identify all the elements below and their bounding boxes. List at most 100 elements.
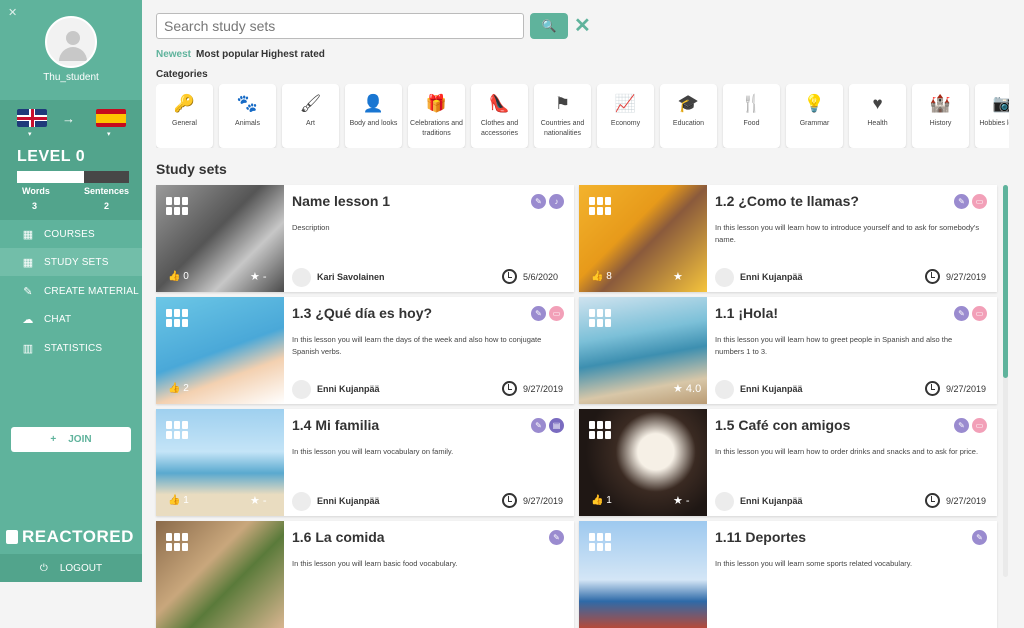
study-set-image[interactable]: 👍 2	[156, 297, 284, 404]
study-set-title[interactable]: 1.1 ¡Hola!	[715, 305, 778, 321]
close-icon[interactable]: ✕	[8, 6, 17, 19]
username: Thu_student	[43, 72, 99, 83]
study-set-title[interactable]: 1.5 Café con amigos	[715, 417, 850, 433]
study-set-image[interactable]: 👍 1 ★ -	[156, 409, 284, 516]
likes-count: 👍 1	[591, 495, 612, 506]
nav-courses[interactable]: ▦ COURSES	[0, 220, 142, 248]
edit-icon[interactable]: ✎	[531, 418, 546, 433]
created-date: 9/27/2019	[946, 384, 987, 394]
study-set-image[interactable]: 👍 1 ★ -	[579, 409, 707, 516]
category-body-and-looks[interactable]: 👤 Body and looks	[345, 84, 402, 148]
words-count: 3	[32, 201, 38, 211]
study-set-title[interactable]: 1.6 La comida	[292, 529, 385, 545]
brand-logo: REACTORED	[6, 527, 134, 547]
sort-highest-rated[interactable]: Highest rated	[261, 49, 325, 60]
user-avatar[interactable]	[45, 16, 97, 68]
grid-icon: ▦	[22, 228, 34, 241]
search-input[interactable]	[156, 13, 524, 39]
author-name: Enni Kujanpää	[740, 272, 803, 282]
category-icon: 🎓	[677, 94, 700, 113]
study-set-title[interactable]: Name lesson 1	[292, 193, 390, 209]
category-food[interactable]: 🍴 Food	[723, 84, 780, 148]
study-set-card[interactable]: 1.6 La comida In this lesson you will lea…	[156, 521, 574, 628]
study-set-description: In this lesson you will learn how to int…	[715, 223, 980, 244]
category-countries-and-nationalities[interactable]: ⚑ Countries and nationalities	[534, 84, 591, 148]
study-set-card[interactable]: 👍 1 ★ - 1.4 Mi familia In this lesson you w…	[156, 409, 574, 516]
nav-statistics[interactable]: ▥ STATISTICS	[0, 334, 142, 362]
spain-flag-icon[interactable]	[96, 109, 126, 127]
category-general[interactable]: 🔑 General	[156, 84, 213, 148]
study-set-card[interactable]: 👍 8 ★ 1.2 ¿Como te llamas? In this lesson y…	[579, 185, 997, 292]
author-name: Enni Kujanpää	[740, 496, 803, 506]
nav-study-sets[interactable]: ▦ STUDY SETS	[0, 248, 142, 276]
study-set-title[interactable]: 1.4 Mi familia	[292, 417, 379, 433]
category-animals[interactable]: 🐾 Animals	[219, 84, 276, 148]
study-set-card[interactable]: 👍 0 ★ - Name lesson 1 Description ✎ ♪ Kari Sav…	[156, 185, 574, 292]
rating: ★	[673, 271, 683, 283]
bar-chart-icon: ▥	[22, 342, 34, 355]
study-set-description: In this lesson you will learn the days o…	[292, 335, 542, 356]
edit-icon[interactable]: ✎	[954, 194, 969, 209]
study-set-image[interactable]: 👍 8 ★	[579, 185, 707, 292]
edit-icon[interactable]: ✎	[549, 530, 564, 545]
study-set-image[interactable]	[156, 521, 284, 628]
nav-chat[interactable]: ☁ CHAT	[0, 305, 142, 333]
study-set-card[interactable]: 1.11 Deportes In this lesson you will lea…	[579, 521, 997, 628]
edit-icon[interactable]: ✎	[954, 418, 969, 433]
study-set-title[interactable]: 1.2 ¿Como te llamas?	[715, 193, 859, 209]
logout-button[interactable]: ⏻ LOGOUT	[0, 554, 142, 582]
chevron-down-icon[interactable]: ▾	[28, 130, 32, 138]
study-set-description: In this lesson you will learn how to ord…	[715, 447, 979, 456]
category-icon: 📷	[992, 94, 1009, 113]
study-set-card[interactable]: ★ 4.0 1.1 ¡Hola! In this lesson you will l…	[579, 297, 997, 404]
edit-icon[interactable]: ✎	[972, 530, 987, 545]
category-celebrations-and-traditions[interactable]: 🎁 Celebrations and traditions	[408, 84, 465, 148]
category-art[interactable]: 🖌 Art	[282, 84, 339, 148]
category-label: Health	[867, 120, 888, 127]
category-history[interactable]: 🏰 History	[912, 84, 969, 148]
category-label: Hobbies leisure	[979, 120, 1009, 127]
flashcard-icon: ▭	[972, 418, 987, 433]
uk-flag-icon[interactable]	[17, 109, 47, 127]
main-content: 🔍 ✕ Newest Most popular Highest rated Ca…	[142, 0, 1024, 628]
chat-icon: ☁	[22, 313, 34, 326]
edit-icon[interactable]: ✎	[954, 306, 969, 321]
category-grammar[interactable]: 💡 Grammar	[786, 84, 843, 148]
flashcard-icon: ▭	[972, 306, 987, 321]
category-icon: ⚑	[554, 94, 571, 113]
search-icon: 🔍	[541, 19, 557, 33]
study-set-image[interactable]	[579, 521, 707, 628]
category-economy[interactable]: 📈 Economy	[597, 84, 654, 148]
created-date: 9/27/2019	[523, 496, 564, 506]
category-label: History	[929, 120, 952, 127]
edit-icon[interactable]: ✎	[531, 194, 546, 209]
category-health[interactable]: ♥ Health	[849, 84, 906, 148]
sort-most-popular[interactable]: Most popular	[196, 49, 259, 60]
study-set-card[interactable]: 👍 1 ★ - 1.5 Café con amigos In this lesson …	[579, 409, 997, 516]
nav-create-material[interactable]: ✎ CREATE MATERIAL	[0, 277, 142, 305]
likes-count: 👍 8	[591, 271, 612, 282]
chevron-down-icon[interactable]: ▾	[107, 130, 111, 138]
grid-icon	[589, 309, 611, 327]
study-set-image[interactable]: 👍 0 ★ -	[156, 185, 284, 292]
scrollbar-thumb[interactable]	[1003, 185, 1008, 378]
category-icon: ♥	[872, 94, 883, 113]
edit-icon[interactable]: ✎	[531, 306, 546, 321]
join-button[interactable]: + JOIN	[11, 427, 131, 452]
study-set-card[interactable]: 👍 2 1.3 ¿Qué día es hoy? In this lesson yo…	[156, 297, 574, 404]
study-set-image[interactable]: ★ 4.0	[579, 297, 707, 404]
search-button[interactable]: 🔍	[530, 13, 568, 39]
study-set-description: In this lesson you will learn some sport…	[715, 559, 913, 568]
level-label: LEVEL 0	[17, 148, 86, 165]
category-label: Grammar	[799, 120, 830, 127]
clear-search-button[interactable]: ✕	[574, 13, 591, 38]
study-set-title[interactable]: 1.3 ¿Qué día es hoy?	[292, 305, 432, 321]
study-set-title[interactable]: 1.11 Deportes	[715, 529, 806, 545]
category-hobbies-leisure[interactable]: 📷 Hobbies leisure	[975, 84, 1009, 148]
sort-newest[interactable]: Newest	[156, 49, 191, 60]
grid-icon	[589, 533, 611, 551]
category-icon: 🍴	[740, 94, 763, 113]
category-clothes-and-accessories[interactable]: 👠 Clothes and accessories	[471, 84, 528, 148]
category-label: Clothes and accessories	[480, 120, 519, 137]
category-education[interactable]: 🎓 Education	[660, 84, 717, 148]
